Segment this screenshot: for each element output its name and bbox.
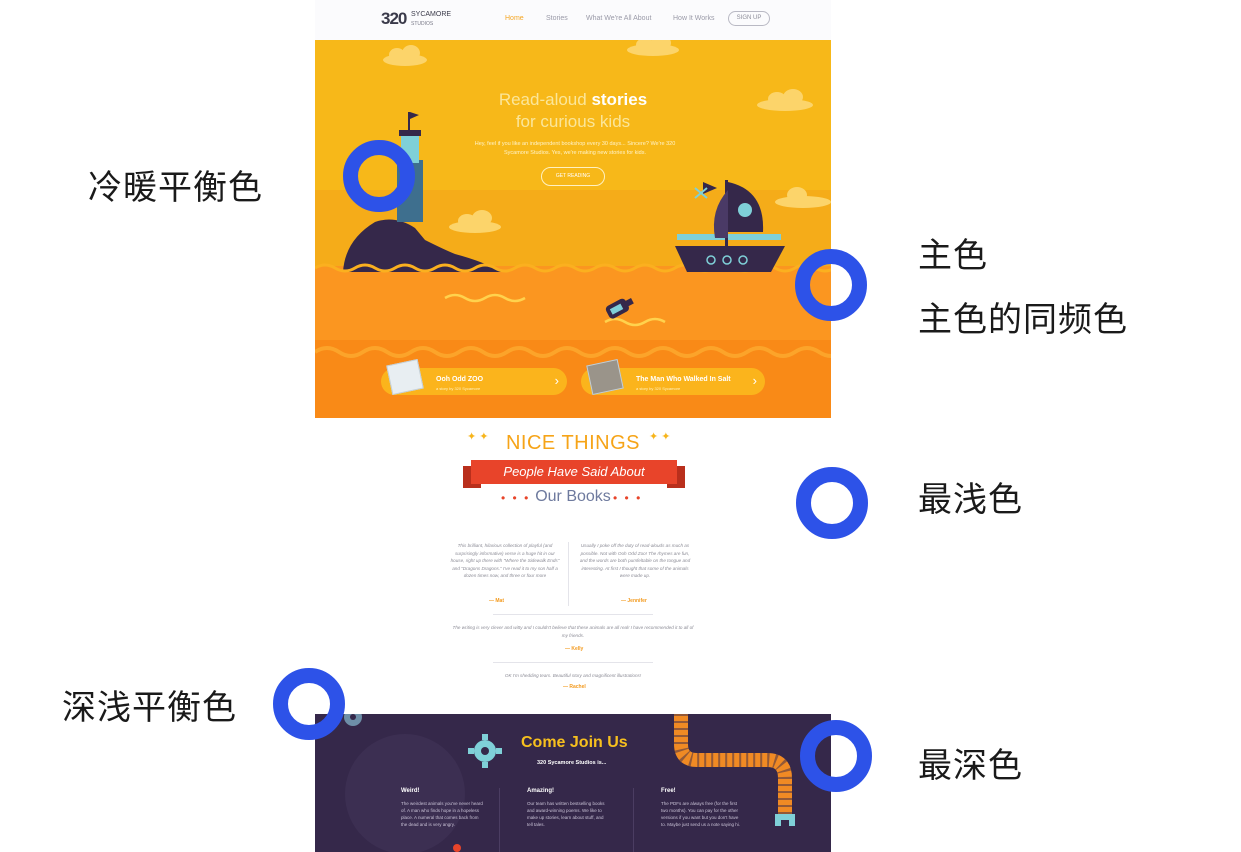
pin-icon: [453, 844, 461, 852]
join-subtitle: 320 Sycamore Studios is...: [537, 760, 607, 766]
quote-text: The writing is very clever and witty and…: [452, 625, 694, 638]
book-sub: a story by 320 Sycamore: [636, 386, 681, 391]
join-title: Come Join Us: [521, 734, 628, 751]
bottle-icon: [605, 298, 634, 319]
join-section: Come Join Us 320 Sycamore Studios is... …: [315, 714, 831, 852]
column-text: The PDFs are always free (for the first …: [661, 801, 741, 827]
label-main-color: 主色: [918, 236, 988, 276]
hero-section: Read-aloud stories for curious kids Hey,…: [315, 40, 831, 418]
divider: [493, 614, 653, 615]
label-main-color-same-frequency: 主色的同频色: [918, 300, 1128, 340]
divider: [499, 788, 500, 852]
signup-button[interactable]: SIGN UP: [728, 11, 770, 26]
nav-home[interactable]: Home: [505, 15, 524, 22]
book-sub: a story by 320 Sycamore: [436, 386, 481, 391]
quote-author: — Kelly: [565, 646, 584, 652]
gear-icon: [468, 734, 502, 768]
quote-author: — Jennifer: [621, 598, 647, 604]
skull-icon: [738, 203, 752, 217]
label-dark-light-balance: 深浅平衡色: [62, 688, 237, 728]
column-text: Our team has written bestselling books a…: [527, 801, 605, 827]
book-title: The Man Who Walked In Salt: [636, 376, 731, 383]
logo-number[interactable]: 320: [381, 9, 407, 29]
ring-marker-dark-light: [273, 668, 345, 740]
quote-text: Usually I poke off the duty of read-alou…: [579, 543, 691, 578]
quote-text: This brilliant, hilarious collection of …: [450, 543, 560, 578]
book-title: Ooh Odd ZOO: [436, 376, 484, 383]
hero-title-line2: for curious kids: [515, 112, 631, 131]
divider: [633, 788, 634, 852]
hero-blurb: Hey, feel if you like an independent boo…: [474, 141, 676, 156]
ring-marker-darkest: [800, 720, 872, 792]
divider: [568, 542, 569, 606]
chevron-right-icon: ›: [752, 373, 757, 388]
book-card-ooh-odd-zoo[interactable]: Ooh Odd ZOO a story by 320 Sycamore ›: [381, 359, 567, 395]
gear-icon: [344, 714, 362, 726]
wrench-icon: [775, 814, 795, 826]
book-cover: [386, 359, 424, 395]
chevron-right-icon: ›: [554, 373, 559, 388]
book-cover: [586, 359, 624, 395]
column-heading-free: Free!: [661, 788, 676, 794]
website-screenshot: 320 SYCAMORE STUDIOS Home Stories What W…: [315, 0, 831, 852]
ribbon-text: People Have Said About: [503, 464, 645, 479]
testimonials-section: ✦ ✦ ✦ ✦ NICE THINGS People Have Said Abo…: [315, 418, 831, 714]
column-heading-weird: Weird!: [401, 788, 420, 794]
ring-marker-cool-warm: [343, 140, 415, 212]
label-darkest-color: 最深色: [918, 746, 1023, 786]
label-cool-warm-balance: 冷暖平衡色: [88, 168, 263, 208]
pirate-ship-icon: [675, 180, 785, 272]
cloud-icon: [383, 40, 831, 233]
logo-name[interactable]: SYCAMORE: [411, 11, 451, 19]
logo-sub: STUDIOS: [411, 21, 434, 27]
ring-marker-main-color: [795, 249, 867, 321]
column-text: The weirdest animals you've never heard …: [401, 801, 483, 827]
ring-marker-lightest: [796, 467, 868, 539]
divider: [493, 662, 653, 663]
nav-how-it-works[interactable]: How It Works: [673, 15, 715, 22]
get-reading-button[interactable]: GET READING: [541, 167, 605, 186]
quote-author: — Mat: [489, 598, 504, 604]
book-card-man-who-walked-in-salt[interactable]: The Man Who Walked In Salt a story by 32…: [581, 359, 765, 395]
quote-text: OK I'm shedding tears. Beautiful story a…: [504, 673, 642, 678]
nav-stories[interactable]: Stories: [546, 15, 568, 22]
top-nav: 320 SYCAMORE STUDIOS Home Stories What W…: [315, 0, 831, 40]
label-lightest-color: 最浅色: [918, 480, 1023, 520]
nav-about[interactable]: What We're All About: [586, 15, 651, 22]
column-heading-amazing: Amazing!: [527, 788, 554, 794]
our-books-heading: Our Books: [535, 488, 611, 505]
nice-things-heading: NICE THINGS: [505, 432, 641, 454]
hero-title-line1: Read-aloud stories: [498, 90, 648, 109]
quote-author: — Rachel: [563, 684, 586, 690]
